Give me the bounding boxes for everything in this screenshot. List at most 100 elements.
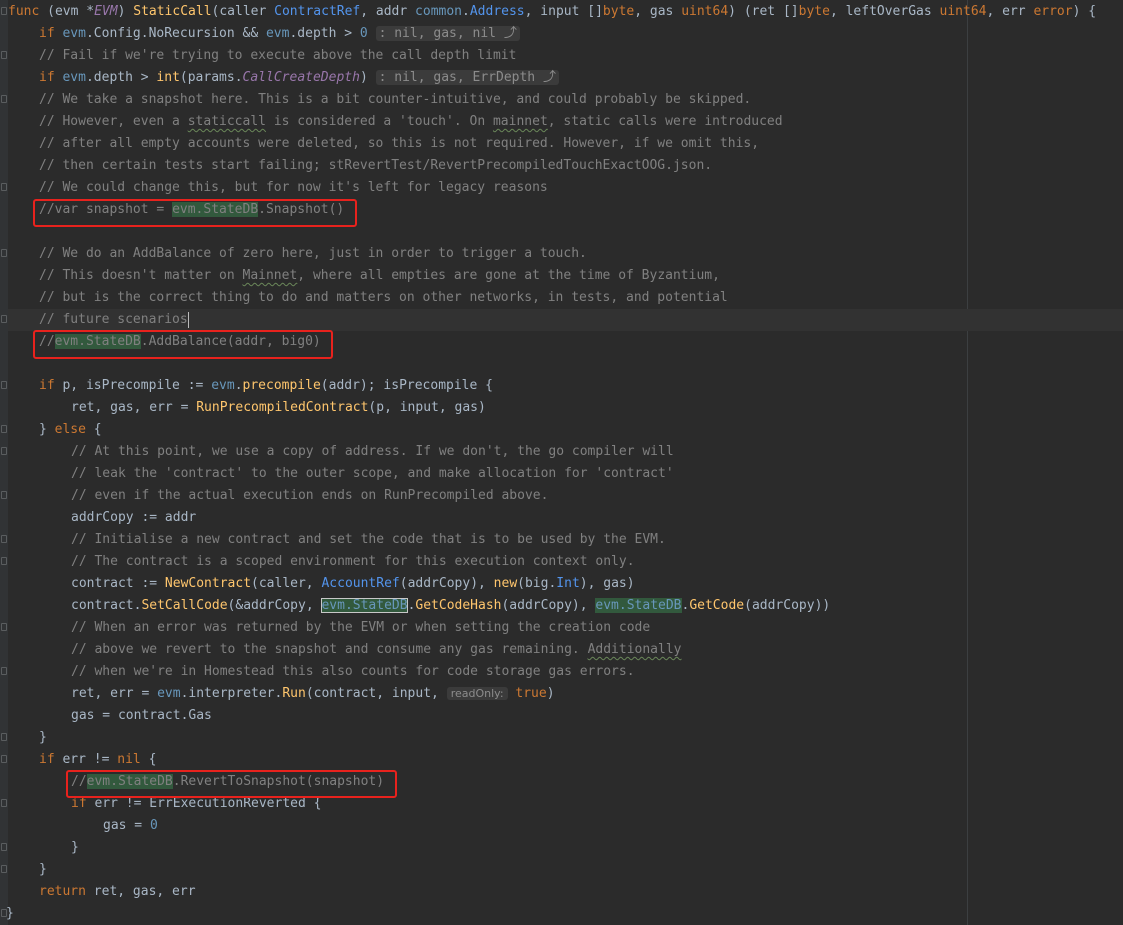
code-text: ) { <box>1072 4 1097 19</box>
code-comment: // future scenarios <box>39 312 188 327</box>
fold-marker-icon[interactable] <box>1 491 7 499</box>
fold-marker-icon[interactable] <box>1 799 7 807</box>
code-line[interactable]: if err != nil { <box>39 749 156 771</box>
builtin-new: new <box>493 576 518 591</box>
code-text: ret, err = <box>71 686 158 701</box>
code-line[interactable]: } <box>39 727 47 749</box>
code-text: (&addrCopy, <box>227 598 322 613</box>
fold-marker-icon[interactable] <box>1 7 7 15</box>
code-text: ret, gas, err <box>85 884 196 899</box>
code-text: ) <box>359 70 376 85</box>
code-text: p, isPrecompile := <box>54 378 212 393</box>
code-text: ), gas) <box>579 576 635 591</box>
current-line[interactable]: // future scenarios <box>8 309 1123 331</box>
code-text: (p, input, gas) <box>368 400 486 415</box>
code-text: * <box>78 4 95 19</box>
code-line[interactable]: ret, gas, err = RunPrecompiledContract(p… <box>71 397 486 419</box>
code-text: , err <box>986 4 1034 19</box>
code-comment[interactable]: // after all empty accounts were deleted… <box>39 133 759 155</box>
code-line-func-signature[interactable]: func (evm *EVM) StaticCall(caller Contra… <box>8 1 1096 23</box>
fold-marker-icon[interactable] <box>1 865 7 873</box>
fold-marker-icon[interactable] <box>1 535 7 543</box>
code-text: (params. <box>179 70 243 85</box>
code-comment[interactable]: // but is the correct thing to do and ma… <box>39 287 728 309</box>
code-text: . <box>462 4 470 19</box>
type-conversion: AccountRef <box>321 576 400 591</box>
fold-marker-icon[interactable] <box>1 557 7 565</box>
code-comment[interactable]: // We take a snapshot here. This is a bi… <box>39 89 751 111</box>
code-text: { <box>140 752 157 767</box>
builtin-type: byte <box>798 4 830 19</box>
fold-marker-icon[interactable] <box>1 843 7 851</box>
code-text: , gas <box>634 4 682 19</box>
code-line[interactable]: } <box>6 903 14 925</box>
search-highlight-selected: evm.StateDB <box>321 598 408 613</box>
inlay-hint-return[interactable]: : nil, gas, nil ⤴ <box>375 26 520 41</box>
keyword-nil: nil <box>117 752 141 767</box>
function-call: Run <box>282 686 306 701</box>
code-line[interactable]: contract := NewContract(caller, AccountR… <box>71 573 635 595</box>
code-line[interactable]: return ret, gas, err <box>39 881 196 903</box>
code-comment[interactable]: // We do an AddBalance of zero here, jus… <box>39 243 587 265</box>
code-line[interactable]: ret, err = evm.interpreter.Run(contract,… <box>71 683 555 705</box>
function-call: RunPrecompiledContract <box>196 400 369 415</box>
code-comment[interactable]: // leak the 'contract' to the outer scop… <box>71 463 674 485</box>
function-call: GetCode <box>689 598 745 613</box>
fold-marker-icon[interactable] <box>1 51 7 59</box>
code-line[interactable]: if evm.Config.NoRecursion && evm.depth >… <box>39 23 520 45</box>
code-line[interactable]: contract.SetCallCode(&addrCopy, evm.Stat… <box>71 595 830 617</box>
number-literal: 0 <box>359 26 368 41</box>
code-line[interactable]: } <box>39 859 47 881</box>
code-comment[interactable]: // When an error was returned by the EVM… <box>71 617 650 639</box>
code-comment[interactable]: // even if the actual execution ends on … <box>71 485 548 507</box>
fold-marker-icon[interactable] <box>1 381 7 389</box>
function-call: precompile <box>242 378 321 393</box>
code-line[interactable]: gas = contract.Gas <box>71 705 212 727</box>
receiver-name: evm <box>54 4 79 19</box>
builtin-int: int <box>156 70 180 85</box>
code-line[interactable]: gas = 0 <box>103 815 158 837</box>
keyword-if: if <box>39 70 55 85</box>
code-line[interactable]: if p, isPrecompile := evm.precompile(add… <box>39 375 493 397</box>
keyword-return: return <box>39 884 86 899</box>
inlay-hint-return[interactable]: : nil, gas, ErrDepth ⤴ <box>375 70 559 85</box>
code-comment[interactable]: // when we're in Homestead this also cou… <box>71 661 635 683</box>
code-editor[interactable]: func (evm *EVM) StaticCall(caller Contra… <box>0 0 1123 925</box>
code-comment[interactable]: // This doesn't matter on Mainnet, where… <box>39 265 720 287</box>
fold-marker-icon[interactable] <box>1 183 7 191</box>
code-line[interactable]: } else { <box>39 419 102 441</box>
code-comment[interactable]: // then certain tests start failing; stR… <box>39 155 712 177</box>
fold-marker-icon[interactable] <box>1 733 7 741</box>
fold-marker-icon[interactable] <box>1 315 7 323</box>
code-text: (addrCopy), <box>399 576 494 591</box>
code-text: (addr); isPrecompile { <box>320 378 493 393</box>
code-comment[interactable]: // above we revert to the snapshot and c… <box>71 639 681 661</box>
identifier-evm: evm <box>62 70 86 85</box>
code-text: gas = <box>103 818 150 833</box>
fold-marker-icon[interactable] <box>1 249 7 257</box>
code-comment[interactable]: // Fail if we're trying to execute above… <box>39 45 516 67</box>
code-comment[interactable]: // The contract is a scoped environment … <box>71 551 635 573</box>
code-text: .depth > <box>85 70 157 85</box>
annotation-box <box>66 770 397 798</box>
code-line[interactable]: addrCopy := addr <box>71 507 196 529</box>
fold-marker-icon[interactable] <box>1 447 7 455</box>
code-line[interactable]: if evm.depth > int(params.CallCreateDept… <box>39 67 559 89</box>
spellcheck-word: Additionally <box>587 642 682 657</box>
fold-marker-icon[interactable] <box>1 623 7 631</box>
fold-marker-icon[interactable] <box>1 425 7 433</box>
code-line[interactable]: } <box>71 837 79 859</box>
code-comment[interactable]: // We could change this, but for now it'… <box>39 177 548 199</box>
fold-marker-icon[interactable] <box>1 667 7 675</box>
inlay-hint-parameter[interactable]: readOnly: <box>446 687 508 700</box>
identifier-evm: evm <box>62 26 86 41</box>
code-comment[interactable]: // However, even a staticcall is conside… <box>39 111 783 133</box>
code-text: , input [] <box>524 4 603 19</box>
code-text: (big. <box>517 576 557 591</box>
builtin-type: byte <box>602 4 635 19</box>
code-comment[interactable]: // Initialise a new contract and set the… <box>71 529 666 551</box>
fold-marker-icon[interactable] <box>1 755 7 763</box>
code-comment[interactable]: // At this point, we use a copy of addre… <box>71 441 674 463</box>
fold-marker-icon[interactable] <box>1 95 7 103</box>
